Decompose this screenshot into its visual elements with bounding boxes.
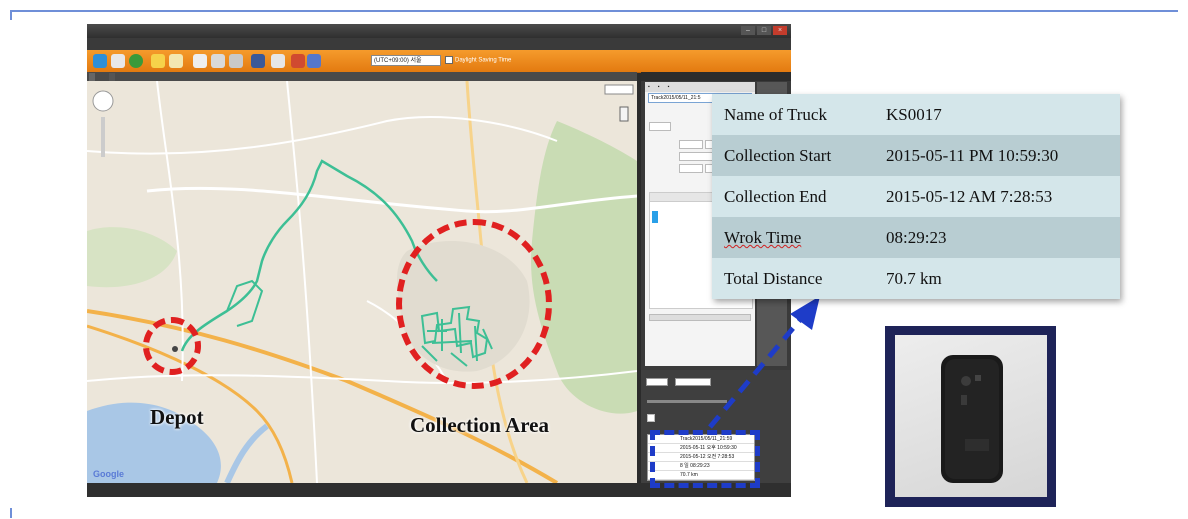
title-bar: – □ × <box>87 24 791 38</box>
grid-selection <box>652 211 658 223</box>
col-length-icon: ▪ <box>667 84 670 90</box>
slide-border-top <box>10 10 1178 12</box>
gps-device-icon <box>941 355 1003 483</box>
pegman-icon[interactable] <box>619 106 629 122</box>
callout-row-end: Collection End 2015-05-12 AM 7:28:53 <box>712 176 1120 217</box>
globe-icon[interactable] <box>129 54 143 68</box>
window-controls: – □ × <box>741 26 787 35</box>
callout-key: Collection End <box>724 187 827 206</box>
callout-value: KS0017 <box>886 105 942 124</box>
import-icon[interactable] <box>169 54 183 68</box>
export-icon[interactable] <box>229 54 243 68</box>
info-highlight-box <box>650 430 760 488</box>
device-button <box>975 375 981 381</box>
callout-row-truck: Name of Truck KS0017 <box>712 94 1120 135</box>
tab-map[interactable] <box>89 73 95 81</box>
slide-border-left-bottom <box>10 508 12 518</box>
callout-key: Wrok Time <box>724 228 802 247</box>
slide-border-left-top <box>10 10 12 20</box>
callout-value: 2015-05-11 PM 10:59:30 <box>886 146 1059 165</box>
device-label <box>965 439 989 451</box>
depot-label: Depot <box>150 405 204 429</box>
device-led <box>961 376 971 386</box>
device-logo <box>961 395 967 405</box>
field-box-1[interactable] <box>679 140 703 149</box>
col-color-icon: ▪ <box>657 84 660 90</box>
apply-button[interactable] <box>646 378 668 386</box>
truck-info-callout: Name of Truck KS0017 Collection Start 20… <box>712 94 1120 299</box>
compass-icon[interactable] <box>92 90 114 112</box>
callout-key: Collection Start <box>724 146 832 165</box>
zoom-slider[interactable] <box>101 117 105 157</box>
filter-box-1[interactable] <box>649 122 671 131</box>
dst-label: Daylight Saving Time <box>455 57 512 64</box>
callout-value: 70.7 km <box>886 269 942 288</box>
show-checkbox[interactable] <box>647 414 655 422</box>
arrow-line <box>708 312 807 429</box>
maximize-button[interactable]: □ <box>757 26 771 35</box>
menu-bar <box>87 38 791 50</box>
map-tabbar <box>87 72 637 81</box>
collection-area-label: Collection Area <box>410 413 550 437</box>
track-list-header: ▪ ▪ ▪ <box>645 82 755 92</box>
checkbox-icon <box>445 56 453 64</box>
tab-track-edit[interactable] <box>109 73 115 81</box>
print-icon[interactable] <box>211 54 225 68</box>
depot-highlight-circle <box>143 317 201 375</box>
dst-checkbox[interactable]: Daylight Saving Time <box>445 56 511 64</box>
save-icon[interactable] <box>111 54 125 68</box>
device-face <box>945 359 999 479</box>
settings-icon[interactable] <box>307 54 321 68</box>
close-button[interactable]: × <box>773 26 787 35</box>
gps-device-photo <box>895 335 1047 497</box>
forest-area <box>531 121 637 414</box>
google-logo: Google <box>93 469 124 479</box>
col-track-name-icon: ▪ <box>648 84 650 90</box>
collection-area-circle <box>396 219 552 389</box>
callout-value: 08:29:23 <box>886 228 947 247</box>
facebook-icon[interactable] <box>251 54 265 68</box>
toolbar: (UTC+09:00) 서울 Daylight Saving Time <box>87 50 791 73</box>
callout-row-start: Collection Start 2015-05-11 PM 10:59:30 <box>712 135 1120 176</box>
open-icon[interactable] <box>93 54 107 68</box>
callout-key: Total Distance <box>724 269 823 288</box>
arrow-head-icon <box>790 296 820 330</box>
edit-icon[interactable] <box>193 54 207 68</box>
stream <box>224 423 269 483</box>
minimize-button[interactable]: – <box>741 26 755 35</box>
side-tabs[interactable] <box>641 72 791 81</box>
callout-key: Name of Truck <box>724 105 827 124</box>
road-b <box>87 116 558 155</box>
map-type-button[interactable] <box>604 84 634 95</box>
pointer-arrow <box>708 296 820 429</box>
timezone-select[interactable]: (UTC+09:00) 서울 <box>371 55 441 66</box>
folder-icon[interactable] <box>151 54 165 68</box>
callout-row-worktime: Wrok Time 08:29:23 <box>712 217 1120 258</box>
callout-row-distance: Total Distance 70.7 km <box>712 258 1120 299</box>
route-loop <box>226 279 264 327</box>
park-area <box>87 227 177 288</box>
upload-icon[interactable] <box>271 54 285 68</box>
share-icon[interactable] <box>291 54 305 68</box>
callout-value: 2015-05-12 AM 7:28:53 <box>886 187 1053 206</box>
field-box-4[interactable] <box>679 164 703 173</box>
